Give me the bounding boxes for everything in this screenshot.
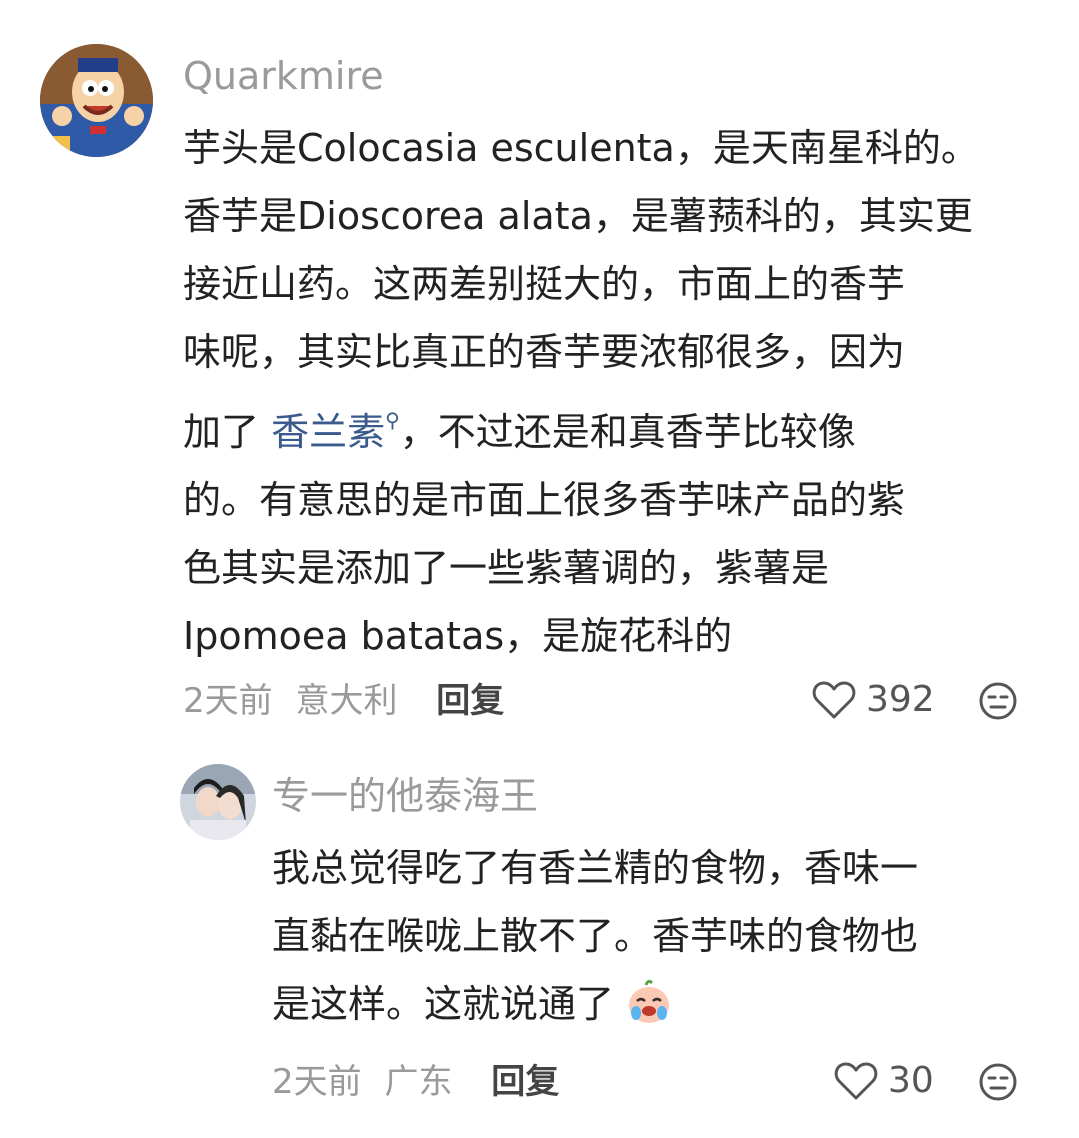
like-count: 392 xyxy=(866,679,935,720)
comment-line: Ipomoea batatas，是旋花科的 xyxy=(183,614,733,658)
comment-line: 是这样。这就说通了 xyxy=(272,970,1052,1038)
comment-text: ，不过还是和真香芋比较像 xyxy=(399,410,856,454)
like-count: 30 xyxy=(888,1060,934,1101)
avatar-cartoon-image xyxy=(40,44,153,157)
timestamp: 2天前 xyxy=(272,1062,362,1102)
like-button[interactable]: 392 xyxy=(812,680,935,720)
crying-face-emoji-icon xyxy=(626,978,672,1024)
heart-icon xyxy=(812,681,856,719)
comment-line: 我总觉得吃了有香兰精的食物，香味一 xyxy=(272,846,919,890)
comment-body: 芋头是Colocasia esculenta，是天南星科的。 香芋是Diosco… xyxy=(183,114,1053,670)
avatar-photo-image xyxy=(180,764,256,840)
comment-line: 芋头是Colocasia esculenta，是天南星科的。 xyxy=(183,126,979,170)
comment-line: 的。有意思的是市面上很多香芋味产品的紫 xyxy=(183,478,906,522)
location: 意大利 xyxy=(295,681,398,721)
comment-text: 是这样。这就说通了 xyxy=(272,982,615,1026)
comment-line: 加了 香兰素⚲，不过还是和真香芋比较像 xyxy=(183,386,1053,466)
neutral-face-icon xyxy=(979,682,1017,720)
reply-button[interactable]: 回复 xyxy=(436,681,504,721)
username[interactable]: Quarkmire xyxy=(183,46,384,106)
comment-line: 香芋是Dioscorea alata，是薯蓣科的，其实更 xyxy=(183,194,973,238)
comment-line: 直黏在喉咙上散不了。香芋味的食物也 xyxy=(272,914,919,958)
location: 广东 xyxy=(384,1062,453,1102)
avatar[interactable] xyxy=(180,764,256,840)
like-button[interactable]: 30 xyxy=(834,1061,934,1101)
neutral-face-icon xyxy=(979,1063,1017,1101)
comment-line: 味呢，其实比真正的香芋要浓郁很多，因为 xyxy=(183,330,906,374)
comment-body: 我总觉得吃了有香兰精的食物，香味一 直黏在喉咙上散不了。香芋味的食物也 是这样。… xyxy=(272,834,1052,1038)
comment-text: 加了 xyxy=(183,410,272,454)
username[interactable]: 专一的他泰海王 xyxy=(272,766,538,826)
comment-meta: 2天前 广东 回复 xyxy=(272,1062,559,1102)
search-link[interactable]: 香兰素 xyxy=(271,410,385,454)
search-icon[interactable]: ⚲ xyxy=(385,408,400,432)
reply-button[interactable]: 回复 xyxy=(491,1062,559,1102)
heart-icon xyxy=(834,1062,878,1100)
comment-item: Quarkmire 芋头是Colocasia esculenta，是天南星科的。… xyxy=(0,0,1079,740)
timestamp: 2天前 xyxy=(183,681,273,721)
comment-meta: 2天前 意大利 回复 xyxy=(183,681,504,721)
reply-item: 专一的他泰海王 我总觉得吃了有香兰精的食物，香味一 直黏在喉咙上散不了。香芋味的… xyxy=(0,740,1079,1138)
comment-line: 接近山药。这两差别挺大的，市面上的香芋 xyxy=(183,262,906,306)
dislike-button[interactable] xyxy=(978,681,1018,721)
dislike-button[interactable] xyxy=(978,1062,1018,1102)
avatar[interactable] xyxy=(40,44,153,157)
comment-line: 色其实是添加了一些紫薯调的，紫薯是 xyxy=(183,546,830,590)
